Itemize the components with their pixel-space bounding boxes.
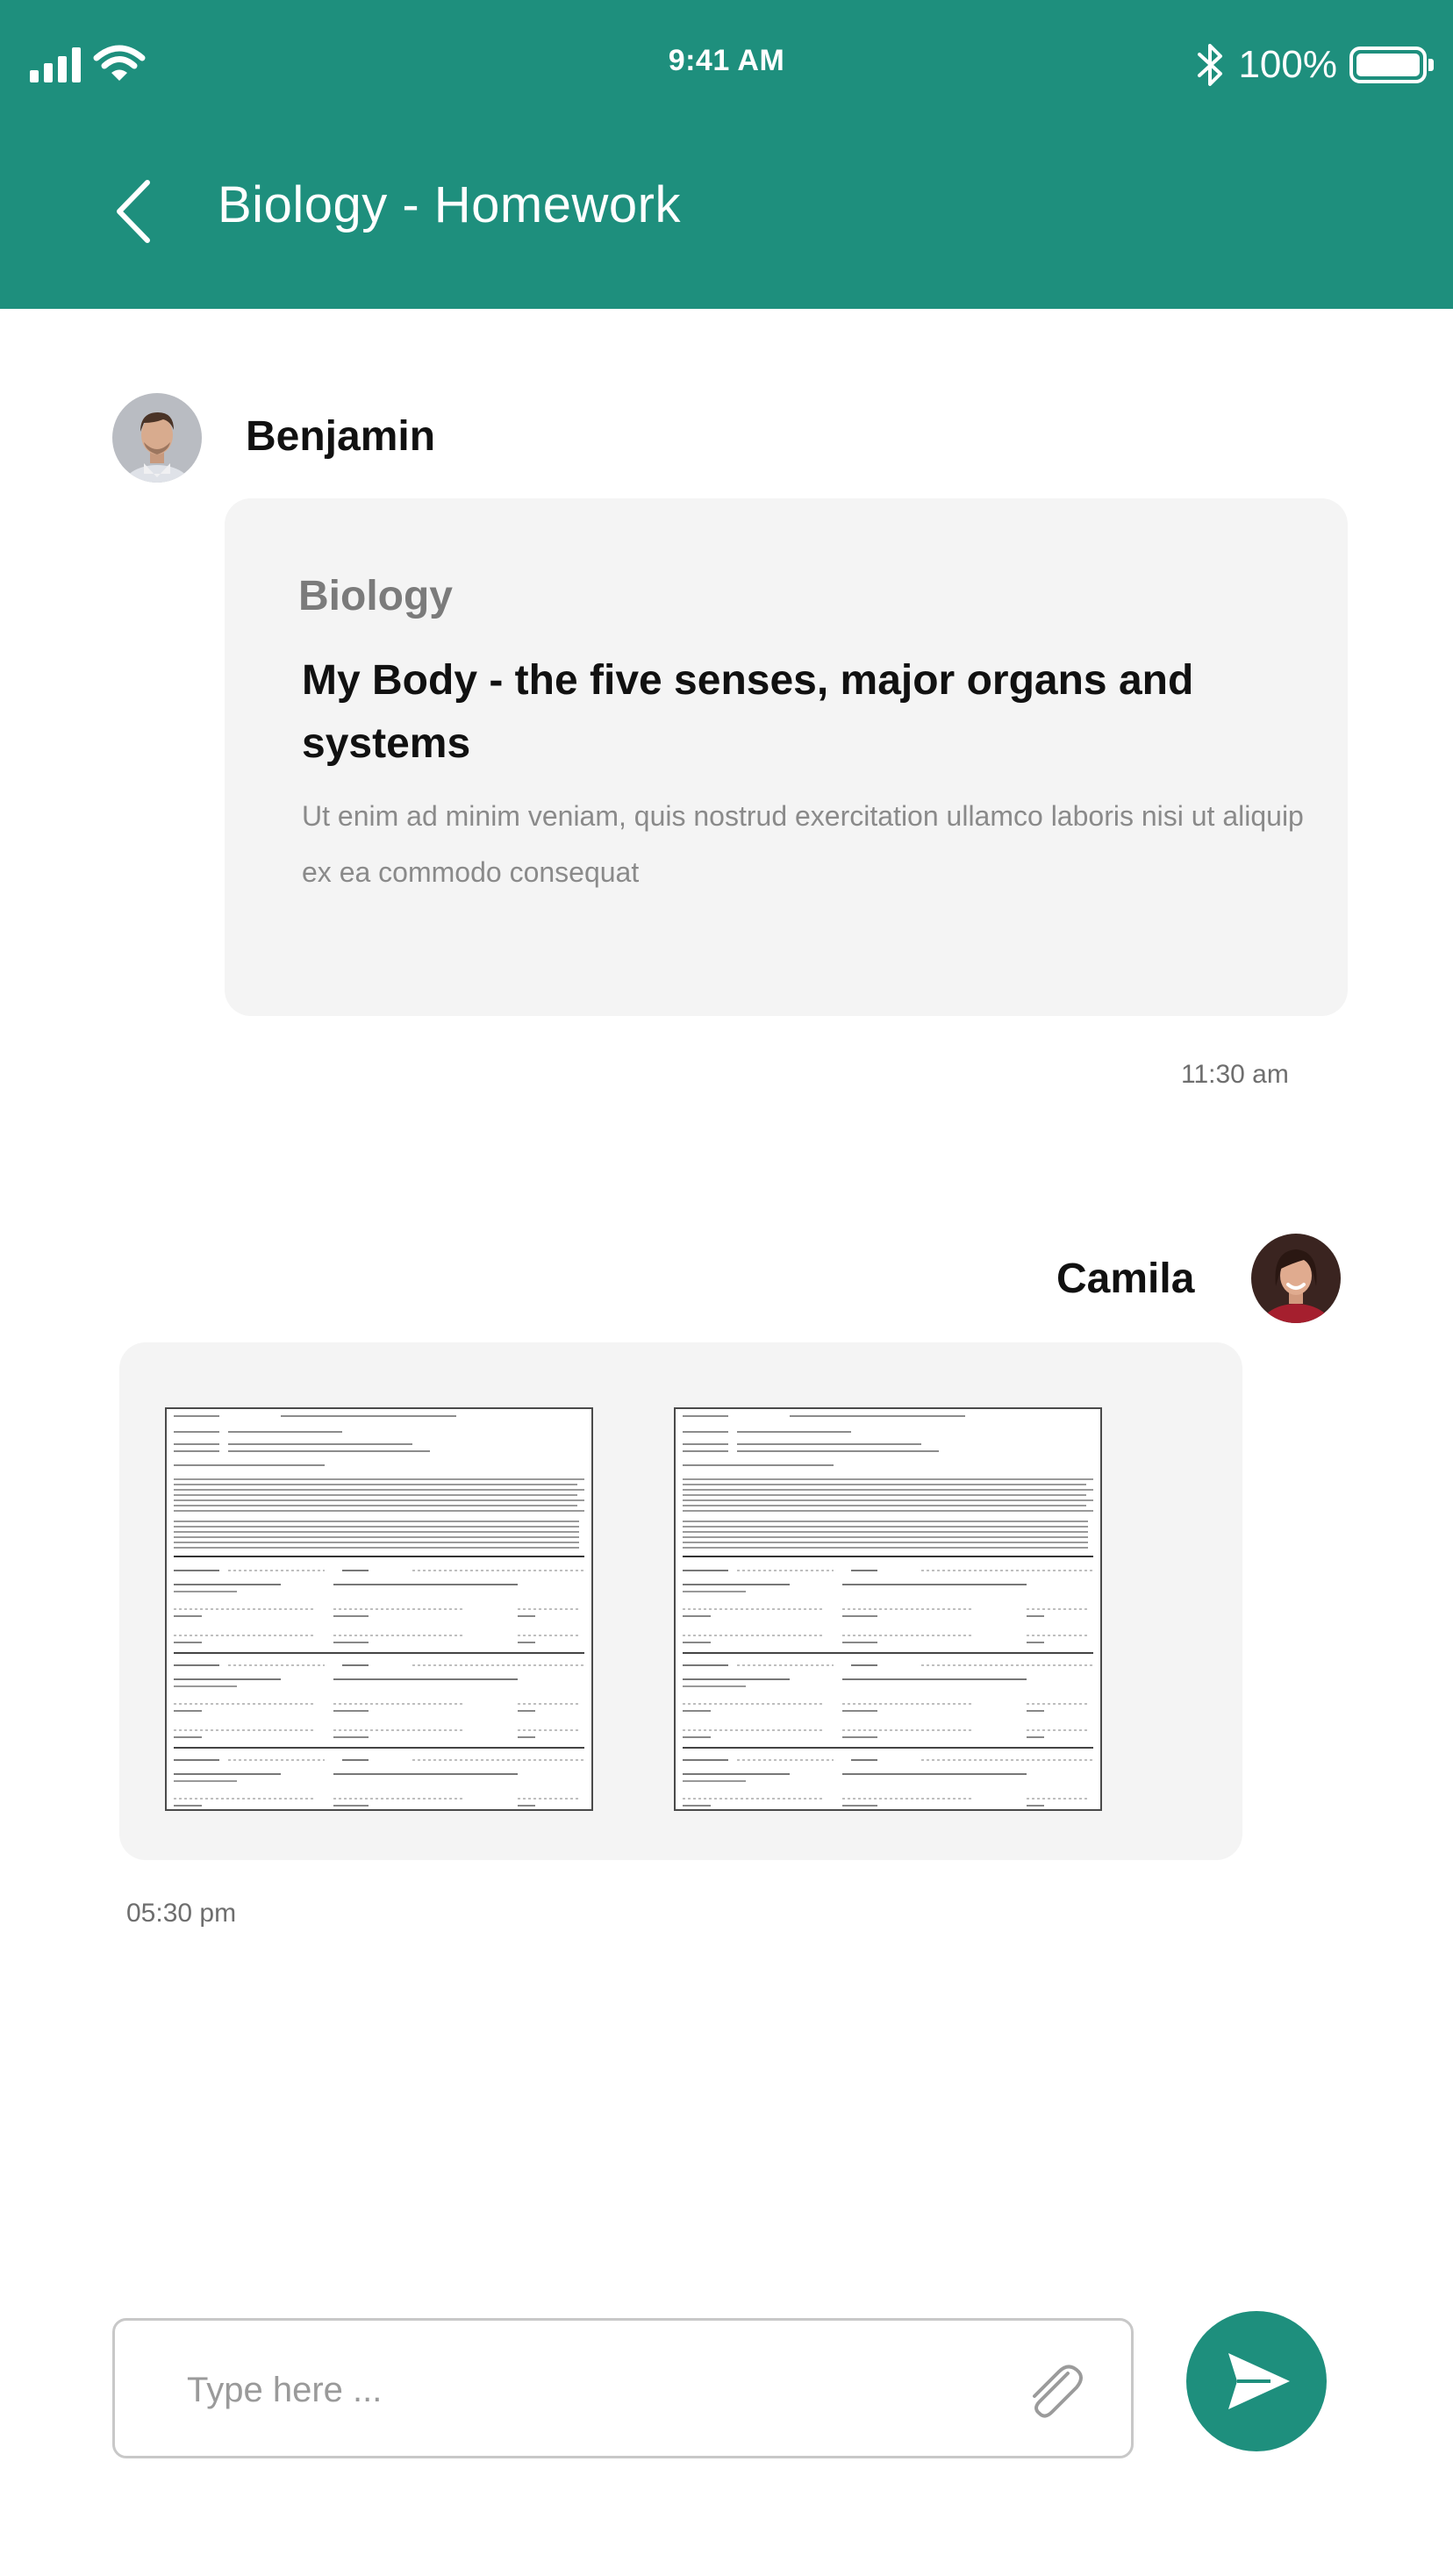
paperclip-icon: [1033, 2365, 1083, 2418]
message-input[interactable]: [185, 2356, 978, 2424]
avatar-camila[interactable]: [1251, 1234, 1341, 1323]
app-header: 9:41 AM 100% Biology - Homework: [0, 0, 1453, 309]
battery-level: [1356, 54, 1420, 76]
message-time: 05:30 pm: [126, 1899, 237, 1928]
document-thumbnail[interactable]: [165, 1407, 593, 1811]
sender-name: Camila: [1056, 1256, 1195, 1302]
document-thumbnail[interactable]: [674, 1407, 1102, 1811]
chevron-left-icon: [117, 180, 150, 243]
status-right: 100%: [1196, 42, 1434, 88]
send-button[interactable]: [1186, 2311, 1327, 2451]
message-bubble[interactable]: [119, 1342, 1242, 1860]
avatar-benjamin[interactable]: [112, 393, 202, 483]
homework-subject: Biology: [298, 573, 453, 619]
homework-description: Ut enim ad minim veniam, quis nostrud ex…: [302, 800, 1304, 888]
message-time: 11:30 am: [1181, 1060, 1289, 1089]
battery-percentage: 100%: [1238, 43, 1337, 86]
sender-name: Benjamin: [246, 413, 436, 460]
send-icon: [1228, 2353, 1290, 2409]
message-bubble[interactable]: Biology My Body - the five senses, major…: [225, 498, 1348, 1016]
bluetooth-icon: [1198, 44, 1223, 86]
page-title: Biology - Homework: [218, 176, 681, 233]
attach-button[interactable]: [1013, 2352, 1092, 2431]
battery-icon: [1349, 47, 1434, 83]
homework-title: My Body - the five senses, major organs …: [302, 657, 1194, 767]
message-composer: [112, 2318, 1134, 2458]
back-button[interactable]: [104, 172, 165, 251]
